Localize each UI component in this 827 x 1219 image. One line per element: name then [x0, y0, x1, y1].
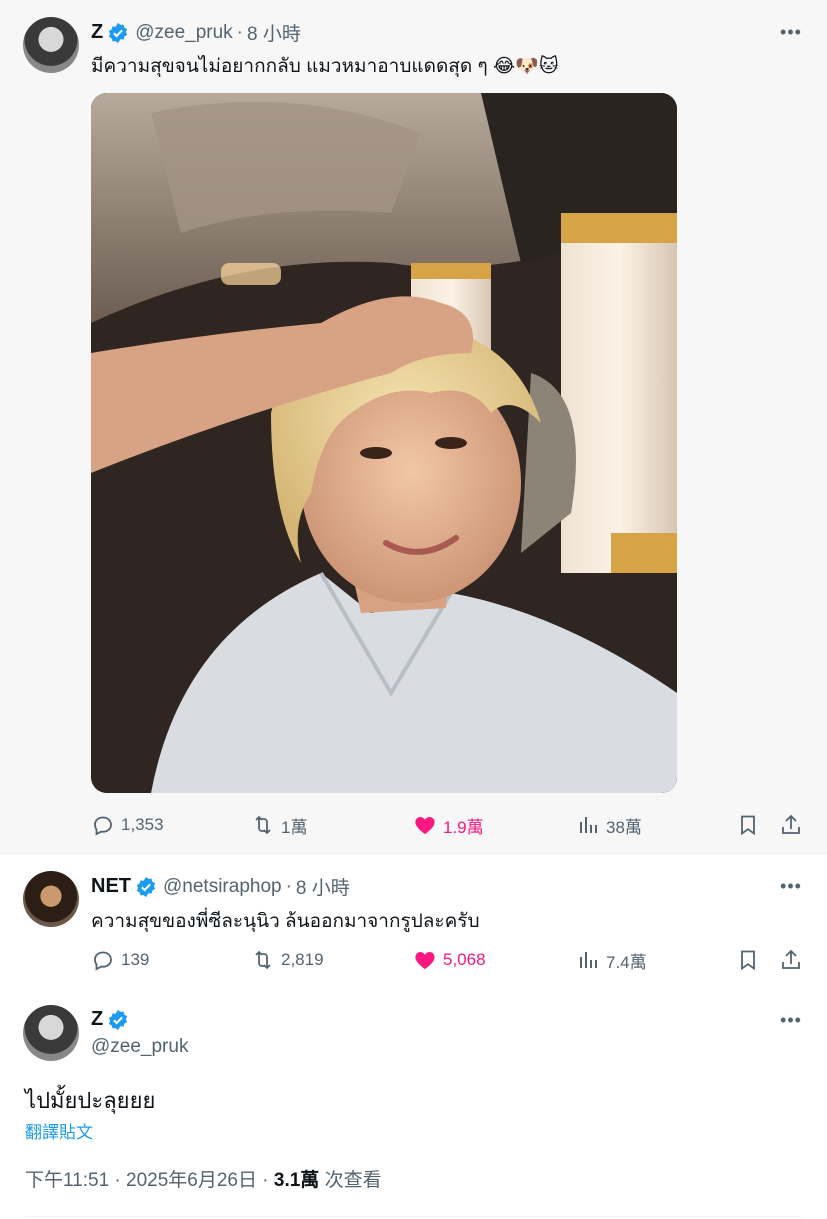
timestamp[interactable]: 下午11:51 · 2025年6月26日 · [25, 1170, 274, 1191]
repost-icon [255, 951, 271, 969]
avatar[interactable] [23, 871, 79, 927]
like-count: 5,068 [443, 950, 486, 969]
repost-count: 1萬 [281, 817, 308, 837]
tweet-text: มีความสุขจนไม่อยากกลับ แมวหมาอาบแดดสุด ๆ… [91, 56, 559, 77]
user-name[interactable]: Z [91, 21, 103, 44]
views-count: 7.4萬 [606, 952, 647, 972]
views-count: 3.1萬 [273, 1170, 320, 1191]
user-name[interactable]: NET [91, 875, 131, 898]
bookmark-button[interactable] [736, 945, 766, 975]
verified-badge-icon [109, 22, 128, 43]
repost-count: 2,819 [281, 950, 324, 969]
selfie-image [91, 93, 677, 793]
views-button[interactable]: 38萬 [576, 810, 642, 840]
heart-icon [415, 817, 435, 834]
heart-icon [415, 952, 435, 969]
more-icon[interactable]: ••• [779, 20, 803, 44]
views-button[interactable]: 7.4萬 [576, 945, 647, 975]
reply-icon [94, 951, 112, 971]
more-icon[interactable]: ••• [779, 1008, 803, 1032]
main-tweet[interactable]: Z @zee_pruk ••• ไปมั้ยปะลุยยย 翻譯貼文 下午11:… [0, 995, 827, 1219]
tweet-time[interactable]: 8 小時 [247, 19, 301, 46]
reply-count: 139 [121, 950, 150, 969]
views-icon [580, 952, 597, 968]
share-icon [782, 949, 800, 969]
tweet-meta: 下午11:51 · 2025年6月26日 · 3.1萬 次查看 [25, 1165, 382, 1192]
bookmark-icon [741, 950, 755, 971]
divider [25, 1216, 802, 1217]
bookmark-button[interactable] [736, 810, 766, 840]
bookmark-icon [741, 815, 755, 836]
reply-button[interactable]: 139 [91, 945, 149, 975]
views-count: 38萬 [606, 817, 642, 837]
verified-badge-icon [136, 876, 156, 897]
avatar[interactable] [23, 17, 79, 73]
share-icon [782, 814, 800, 834]
more-icon[interactable]: ••• [779, 874, 803, 898]
tweet[interactable]: Z @zee_pruk · 8 小時 ••• มีความสุขจนไม่อยา… [0, 0, 827, 855]
reply-count: 1,353 [121, 815, 164, 834]
share-button[interactable] [779, 810, 809, 840]
tweet-photo[interactable] [91, 93, 677, 793]
user-handle[interactable]: @zee_pruk [135, 22, 232, 44]
share-button[interactable] [779, 945, 809, 975]
tweet-text: ไปมั้ยปะลุยยย [25, 1088, 156, 1113]
separator: · [236, 21, 243, 43]
repost-button[interactable]: 1萬 [251, 810, 307, 840]
user-handle[interactable]: @zee_pruk [91, 1036, 188, 1058]
tweet-text: ความสุขของพี่ซีละนุนิว ล้นออกมาจากรูปละค… [91, 911, 480, 932]
like-button[interactable]: 5,068 [413, 945, 486, 975]
views-label: 次查看 [319, 1170, 382, 1191]
like-count: 1.9萬 [443, 817, 484, 837]
tweet-time[interactable]: 8 小時 [296, 873, 350, 900]
tweet[interactable]: NET @netsiraphop · 8 小時 ••• ความสุขของพี… [0, 855, 827, 995]
views-icon [580, 817, 597, 833]
user-handle[interactable]: @netsiraphop [163, 876, 282, 898]
verified-badge-icon [109, 1009, 128, 1030]
user-name[interactable]: Z [91, 1008, 103, 1031]
like-button[interactable]: 1.9萬 [413, 810, 484, 840]
separator: · [285, 875, 292, 897]
repost-button[interactable]: 2,819 [251, 945, 324, 975]
translate-post-link[interactable]: 翻譯貼文 [25, 1118, 93, 1143]
avatar[interactable] [23, 1005, 79, 1061]
repost-icon [255, 816, 271, 834]
reply-icon [94, 816, 112, 836]
reply-button[interactable]: 1,353 [91, 810, 164, 840]
